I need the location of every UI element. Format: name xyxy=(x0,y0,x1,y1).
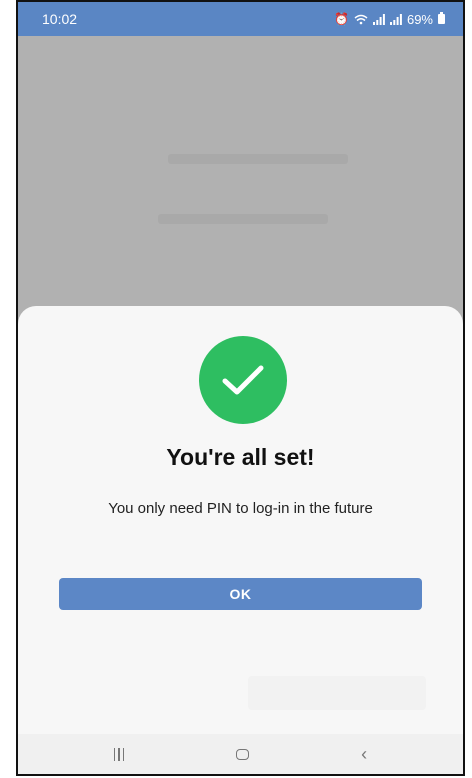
dimmed-background[interactable] xyxy=(18,36,463,336)
back-icon[interactable]: ‹ xyxy=(361,745,367,763)
wifi-icon xyxy=(354,14,368,24)
navigation-bar: ‹ xyxy=(18,734,463,774)
alarm-icon: ⏰ xyxy=(334,12,349,26)
status-icons: ⏰ 69% xyxy=(334,12,445,27)
background-placeholder xyxy=(168,154,348,164)
success-badge xyxy=(199,336,287,424)
background-placeholder xyxy=(158,214,328,224)
signal-icon xyxy=(372,13,385,25)
ok-button[interactable]: OK xyxy=(59,578,422,610)
faint-placeholder xyxy=(248,676,426,710)
status-time: 10:02 xyxy=(42,11,78,27)
battery-percent: 69% xyxy=(406,11,433,27)
battery-icon xyxy=(438,12,445,24)
home-icon[interactable] xyxy=(236,748,250,760)
phone-screen: 10:02 ⏰ 69% You're all set! You only nee… xyxy=(16,0,465,776)
dialog-message: You only need PIN to log-in in the futur… xyxy=(108,500,373,517)
recent-apps-icon[interactable] xyxy=(113,747,125,761)
dialog-title: You're all set! xyxy=(166,444,315,470)
status-bar: 10:02 ⏰ 69% xyxy=(18,2,463,36)
success-bottom-sheet: You're all set! You only need PIN to log… xyxy=(18,306,463,738)
signal-icon xyxy=(389,13,402,25)
check-icon xyxy=(222,365,264,395)
